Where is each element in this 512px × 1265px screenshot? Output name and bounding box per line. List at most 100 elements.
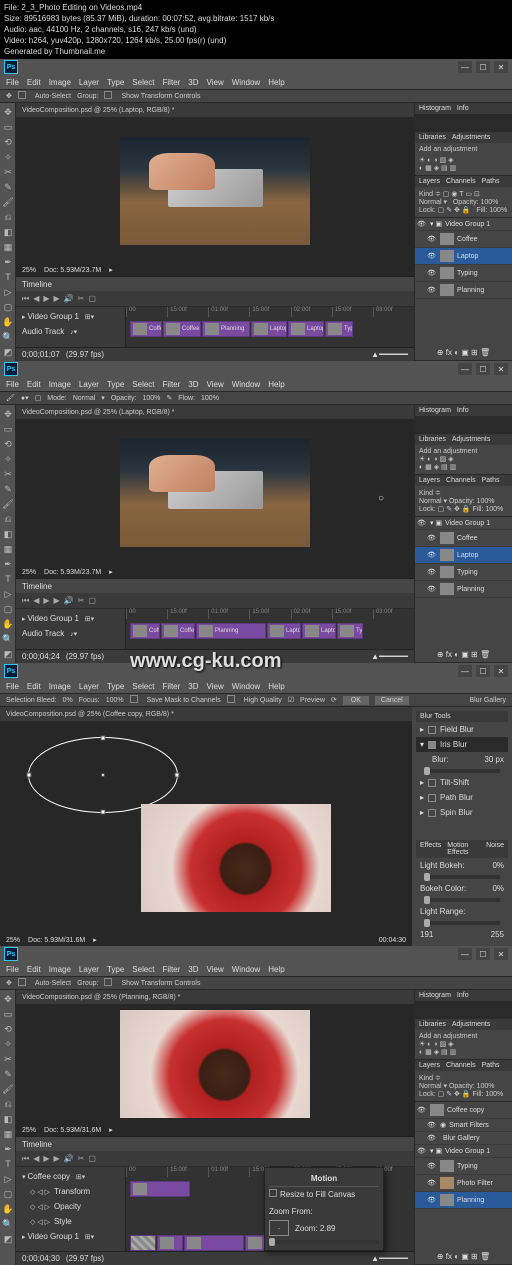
video-frame	[120, 1010, 310, 1118]
canvas[interactable]: ○	[16, 419, 414, 566]
ok-button[interactable]: OK	[343, 696, 369, 705]
ps-icon: Ps	[4, 60, 18, 74]
prev-frame-icon[interactable]: ◀	[33, 294, 39, 303]
tab-paths[interactable]: Paths	[482, 178, 500, 185]
transition-icon[interactable]: ▢	[88, 294, 96, 303]
stamp-tool-icon[interactable]: ⎌	[1, 210, 15, 224]
tab-adjustments[interactable]: Adjustments	[452, 134, 491, 141]
menu-layer[interactable]: Layer	[79, 78, 99, 87]
move-tool-icon[interactable]: ✥	[1, 105, 15, 119]
move-tool-icon[interactable]: ✥	[6, 92, 12, 100]
canvas[interactable]	[16, 117, 414, 264]
document-tab[interactable]: VideoComposition.psd @ 25% (Laptop, RGB/…	[22, 107, 175, 114]
tools-panel: ✥ ▭ ⟲ ✧ ✂ ✎ 🖌 ⎌ ◧ ▦ ✒ T ▷ ▢ ✋ 🔍 ◩	[0, 103, 16, 361]
close-button[interactable]: ✕	[494, 363, 508, 375]
time-ruler[interactable]: 0015:00f01:00f15:00f02:00f15:00f03:00f	[126, 307, 414, 317]
play-icon[interactable]: ▶	[43, 294, 49, 303]
close-button[interactable]: ✕	[494, 61, 508, 73]
menu-window[interactable]: Window	[232, 78, 260, 87]
titlebar: Ps — ☐ ✕	[0, 59, 512, 75]
timeline-panel: Timeline ⏮ ◀ ▶ ▶ 🔊 ✂ ▢ ▸ Video Group 1 ⊞…	[16, 276, 414, 361]
photoshop-window-2: Ps—☐✕ FileEditImageLayerTypeSelectFilter…	[0, 361, 512, 663]
marquee-tool-icon[interactable]: ▭	[1, 120, 15, 134]
zoom-origin-picker[interactable]: ·	[269, 1220, 289, 1236]
photoshop-window-4: Ps—☐✕ FileEditImageLayerTypeSelectFilter…	[0, 946, 512, 1265]
path-tool-icon[interactable]: ▷	[1, 285, 15, 299]
hand-tool-icon[interactable]: ✋	[1, 315, 15, 329]
ps-icon: Ps	[4, 362, 18, 376]
eyedropper-icon[interactable]: ✎	[1, 180, 15, 194]
crop-tool-icon[interactable]: ✂	[1, 165, 15, 179]
menu-select[interactable]: Select	[132, 78, 154, 87]
menu-file[interactable]: File	[6, 78, 19, 87]
next-frame-icon[interactable]: ▶	[54, 294, 60, 303]
path-blur-item[interactable]: ▸Path Blur	[416, 790, 508, 805]
canvas[interactable]	[16, 1004, 414, 1124]
histogram	[415, 114, 512, 132]
panels: HistogramInfo LibrariesAdjustments Add a…	[414, 103, 512, 361]
track-audio[interactable]: Audio Track ♪▾	[20, 324, 121, 339]
layer-coffee[interactable]: 👁Coffee	[415, 231, 512, 248]
document-tab[interactable]: VideoComposition.psd @ 25% (Laptop, RGB/…	[22, 409, 175, 416]
ps-icon: Ps	[4, 947, 18, 961]
minimize-button[interactable]: —	[458, 61, 472, 73]
shape-tool-icon[interactable]: ▢	[1, 300, 15, 314]
tab-channels[interactable]: Channels	[446, 178, 476, 185]
move-tool-icon[interactable]: ✥	[6, 979, 12, 987]
layer-typing[interactable]: 👁Typing	[415, 265, 512, 282]
wand-tool-icon[interactable]: ✧	[1, 150, 15, 164]
brush-cursor-icon: ○	[378, 493, 384, 504]
spin-blur-item[interactable]: ▸Spin Blur	[416, 805, 508, 820]
tab-histogram[interactable]: Histogram	[419, 105, 451, 112]
menu-filter[interactable]: Filter	[163, 78, 181, 87]
menu-edit[interactable]: Edit	[27, 78, 41, 87]
lasso-tool-icon[interactable]: ⟲	[1, 135, 15, 149]
cancel-button[interactable]: Cancel	[375, 696, 409, 705]
menu-view[interactable]: View	[207, 78, 224, 87]
tab-libraries[interactable]: Libraries	[419, 134, 446, 141]
pen-tool-icon[interactable]: ✒	[1, 255, 15, 269]
zoom-tool-icon[interactable]: 🔍	[1, 330, 15, 344]
split-icon[interactable]: ✂	[78, 294, 85, 303]
maximize-button[interactable]: ☐	[476, 61, 490, 73]
speaker-icon[interactable]: 🔊	[64, 294, 74, 303]
maximize-button[interactable]: ☐	[476, 363, 490, 375]
video-frame	[141, 804, 331, 912]
iris-blur-ellipse[interactable]	[28, 737, 178, 813]
type-tool-icon[interactable]: T	[1, 270, 15, 284]
first-frame-icon[interactable]: ⏮	[22, 294, 29, 304]
blur-tools-panel: Blur Tools ▸Field Blur ▾Iris Blur Blur:3…	[412, 707, 512, 946]
ps-icon: Ps	[4, 664, 18, 678]
tilt-shift-item[interactable]: ▸Tilt-Shift	[416, 775, 508, 790]
video-track[interactable]: Coffee Coffee Planning Laptop Laptop Typ…	[126, 319, 414, 337]
brush-tool-icon[interactable]: 🖌	[1, 195, 15, 209]
track-video-group[interactable]: ▸ Video Group 1 ⊞▾	[20, 309, 121, 324]
tab-info[interactable]: Info	[457, 105, 469, 112]
menu-3d[interactable]: 3D	[188, 78, 198, 87]
gradient-tool-icon[interactable]: ▦	[1, 240, 15, 254]
minimize-button[interactable]: —	[458, 363, 472, 375]
layer-laptop[interactable]: 👁Laptop	[415, 248, 512, 265]
menubar: File Edit Image Layer Type Select Filter…	[0, 75, 512, 89]
iris-blur-item[interactable]: ▾Iris Blur	[416, 737, 508, 752]
watermark: www.cg-ku.com	[130, 650, 282, 673]
motion-popup[interactable]: Motion Resize to Fill Canvas Zoom From: …	[264, 1167, 384, 1251]
menu-help[interactable]: Help	[268, 78, 284, 87]
options-bar: ✥ Auto-Select Group: Show Transform Cont…	[0, 89, 512, 103]
menu-image[interactable]: Image	[49, 78, 71, 87]
photoshop-window-3-blur: Ps—☐✕ FileEditImageLayerTypeSelectFilter…	[0, 663, 512, 946]
track-coffee-copy[interactable]: ▾ Coffee copy ⊞▾	[20, 1169, 121, 1184]
field-blur-item[interactable]: ▸Field Blur	[416, 722, 508, 737]
canvas[interactable]	[0, 721, 412, 934]
video-frame	[120, 439, 310, 547]
video-frame	[120, 137, 310, 245]
layer-group[interactable]: 👁▾ ▣Video Group 1	[415, 218, 512, 231]
menu-type[interactable]: Type	[107, 78, 124, 87]
layer-planning[interactable]: 👁Planning	[415, 282, 512, 299]
eraser-tool-icon[interactable]: ◧	[1, 225, 15, 239]
blur-options-bar: Selection Bleed:0% Focus:100% Save Mask …	[0, 693, 512, 707]
colors-icon[interactable]: ◩	[1, 345, 15, 359]
brush-tool-icon[interactable]: 🖌	[6, 394, 15, 402]
photoshop-window-1: Ps — ☐ ✕ File Edit Image Layer Type Sele…	[0, 59, 512, 361]
tab-layers[interactable]: Layers	[419, 178, 440, 185]
